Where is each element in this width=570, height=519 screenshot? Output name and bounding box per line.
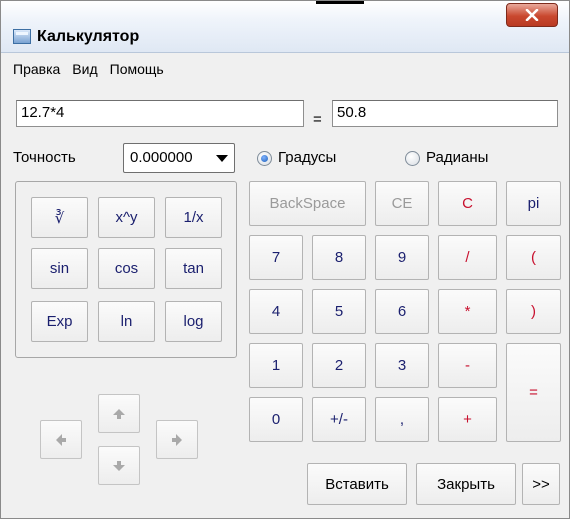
plus-button[interactable]: + bbox=[438, 397, 497, 442]
precision-select[interactable]: 0.000000 bbox=[123, 143, 235, 173]
digit-2-button[interactable]: 2 bbox=[312, 343, 366, 388]
digit-6-button[interactable]: 6 bbox=[375, 289, 429, 334]
menu-bar: Правка Вид Помощь bbox=[1, 58, 174, 84]
precision-label: Точность bbox=[13, 149, 76, 166]
arrow-up-icon bbox=[113, 408, 125, 419]
power-button[interactable]: x^y bbox=[98, 197, 155, 238]
menu-help[interactable]: Помощь bbox=[108, 58, 170, 84]
chevron-down-icon bbox=[216, 155, 228, 162]
close-icon bbox=[525, 9, 539, 21]
digit-8-button[interactable]: 8 bbox=[312, 235, 366, 280]
title-bar-mark bbox=[316, 1, 364, 4]
radio-radians[interactable] bbox=[405, 151, 420, 166]
close-window-button[interactable] bbox=[506, 3, 558, 27]
result-field[interactable]: 50.8 bbox=[332, 100, 558, 127]
pi-button[interactable]: pi bbox=[506, 181, 561, 226]
arrow-right-icon bbox=[172, 433, 182, 446]
digit-4-button[interactable]: 4 bbox=[249, 289, 303, 334]
minus-button[interactable]: - bbox=[438, 343, 497, 388]
paste-button[interactable]: Вставить bbox=[307, 463, 407, 505]
expression-input[interactable]: 12.7*4 bbox=[16, 100, 304, 127]
cos-button[interactable]: cos bbox=[98, 248, 155, 289]
sin-button[interactable]: sin bbox=[31, 248, 88, 289]
ln-button[interactable]: ln bbox=[98, 301, 155, 342]
calculator-window: Калькулятор Правка Вид Помощь 12.7*4 = 5… bbox=[0, 0, 570, 519]
arrow-right-button[interactable] bbox=[156, 420, 198, 459]
arrow-up-button[interactable] bbox=[98, 394, 140, 433]
arrow-down-button[interactable] bbox=[98, 446, 140, 485]
divide-button[interactable]: / bbox=[438, 235, 497, 280]
close-paren-button[interactable]: ) bbox=[506, 289, 561, 334]
menu-view[interactable]: Вид bbox=[70, 58, 103, 84]
equals-label: = bbox=[313, 111, 322, 128]
digit-3-button[interactable]: 3 bbox=[375, 343, 429, 388]
digit-5-button[interactable]: 5 bbox=[312, 289, 366, 334]
menu-edit[interactable]: Правка bbox=[11, 58, 66, 84]
exp-button[interactable]: Exp bbox=[31, 301, 88, 342]
multiply-button[interactable]: * bbox=[438, 289, 497, 334]
digit-0-button[interactable]: 0 bbox=[249, 397, 303, 442]
digit-1-button[interactable]: 1 bbox=[249, 343, 303, 388]
degrees-label[interactable]: Градусы bbox=[278, 149, 336, 166]
backspace-button[interactable]: BackSpace bbox=[249, 181, 366, 226]
arrow-left-icon bbox=[56, 433, 66, 446]
arrow-down-icon bbox=[113, 460, 125, 471]
equals-button[interactable]: = bbox=[506, 343, 561, 442]
digit-7-button[interactable]: 7 bbox=[249, 235, 303, 280]
arrow-left-button[interactable] bbox=[40, 420, 82, 459]
radio-degrees[interactable] bbox=[257, 151, 272, 166]
expand-button[interactable]: >> bbox=[522, 463, 560, 505]
tan-button[interactable]: tan bbox=[165, 248, 222, 289]
title-bar: Калькулятор bbox=[1, 1, 569, 53]
clear-entry-button[interactable]: CE bbox=[375, 181, 429, 226]
radians-label[interactable]: Радианы bbox=[426, 149, 488, 166]
calculator-app-icon bbox=[13, 29, 31, 44]
close-button[interactable]: Закрыть bbox=[416, 463, 516, 505]
digit-9-button[interactable]: 9 bbox=[375, 235, 429, 280]
precision-value: 0.000000 bbox=[130, 149, 193, 166]
log-button[interactable]: log bbox=[165, 301, 222, 342]
decimal-point-button[interactable]: , bbox=[375, 397, 429, 442]
reciprocal-button[interactable]: 1/x bbox=[165, 197, 222, 238]
clear-button[interactable]: C bbox=[438, 181, 497, 226]
cube-root-button[interactable]: ∛ bbox=[31, 197, 88, 238]
open-paren-button[interactable]: ( bbox=[506, 235, 561, 280]
sign-toggle-button[interactable]: +/- bbox=[312, 397, 366, 442]
window-title: Калькулятор bbox=[37, 28, 140, 45]
